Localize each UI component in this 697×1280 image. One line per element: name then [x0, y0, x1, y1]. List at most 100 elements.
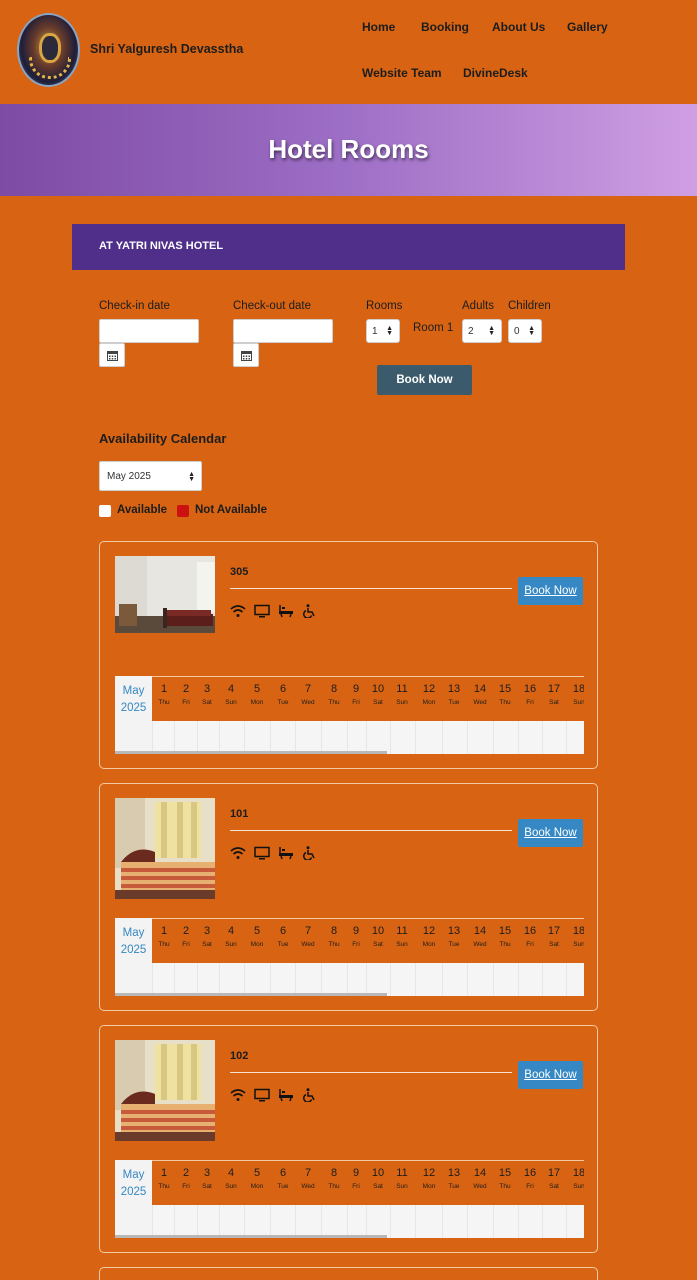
calendar-weekday: Sat: [373, 1183, 383, 1190]
calendar-day: 7 Wed: [296, 683, 320, 706]
calendar-day: 4 Sun: [219, 925, 243, 948]
horizontal-scrollbar[interactable]: [115, 1235, 387, 1238]
nav-website-team[interactable]: Website Team: [362, 66, 442, 80]
month-select-value: May 2025: [107, 471, 151, 482]
hotel-name-bar: AT YATRI NIVAS HOTEL: [72, 224, 625, 270]
calendar-weekday: Sat: [373, 699, 383, 706]
site-name[interactable]: Shri Yalguresh Devasstha: [90, 42, 243, 56]
calendar-day: 1 Thu: [152, 683, 176, 706]
adults-select[interactable]: 2 ▲ ▼: [462, 319, 502, 343]
calendar-day: 13 Tue: [442, 683, 466, 706]
calendar-cell-divider: [295, 1205, 296, 1238]
nav-divinedesk[interactable]: DivineDesk: [463, 66, 528, 80]
calendar-day: 5 Mon: [245, 925, 269, 948]
select-arrows-icon: ▲ ▼: [188, 471, 195, 483]
calendar-day: 18 Sun: [567, 1167, 584, 1190]
calendar-day: 10 Sat: [366, 683, 390, 706]
calendar-cell-divider: [270, 1205, 271, 1238]
calendar-border: [152, 676, 584, 677]
calendar-cell-divider: [415, 1205, 416, 1238]
calendar-day-number: 5: [253, 1167, 261, 1179]
nav-gallery[interactable]: Gallery: [567, 20, 608, 34]
calendar-day-number: 15: [498, 1167, 512, 1179]
calendar-weekday: Mon: [422, 941, 436, 948]
legend-available-label: Available: [117, 504, 168, 516]
calendar-day-number: 3: [203, 1167, 211, 1179]
calendar-day-number: 13: [447, 1167, 461, 1179]
calendar-weekday: Mon: [422, 1183, 436, 1190]
room-photo[interactable]: [115, 556, 215, 633]
page-title: Hotel Rooms: [268, 134, 429, 164]
children-select[interactable]: 0 ▲ ▼: [508, 319, 542, 343]
calendar-weekday: Wed: [301, 1183, 315, 1190]
calendar-cell-divider: [566, 1205, 567, 1238]
calendar-weekday: Fri: [526, 1183, 534, 1190]
calendar-day-number: 16: [523, 683, 537, 695]
room-photo[interactable]: [115, 798, 215, 899]
temple-logo[interactable]: [17, 13, 80, 87]
rooms-select[interactable]: 1 ▲ ▼: [366, 319, 400, 343]
wheelchair-icon: [302, 846, 318, 861]
calendar-day-number: 5: [253, 925, 261, 937]
calendar-weekday: Thu: [158, 941, 170, 948]
calendar-day-number: 3: [203, 925, 211, 937]
month-select[interactable]: May 2025 ▲ ▼: [99, 461, 202, 491]
book-now-button[interactable]: Book Now: [377, 365, 472, 395]
calendar-cell-divider: [467, 721, 468, 754]
calendar-day-number: 17: [547, 683, 561, 695]
page-banner: Hotel Rooms: [0, 104, 697, 196]
nav-booking[interactable]: Booking: [421, 20, 469, 34]
calendar-weekday: Fri: [352, 1183, 360, 1190]
room-photo[interactable]: [115, 1040, 215, 1141]
checkin-calendar-button[interactable]: [99, 343, 125, 367]
calendar-cells-row[interactable]: [152, 1205, 584, 1238]
calendar-day: 9 Fri: [344, 925, 368, 948]
calendar-cell-divider: [390, 721, 391, 754]
calendar-day-number: 8: [330, 925, 338, 937]
calendar-weekday: Sun: [225, 1183, 237, 1190]
calendar-icon: [107, 351, 118, 361]
calendar-day-number: 7: [304, 683, 312, 695]
checkin-input[interactable]: [99, 319, 199, 343]
calendar-weekday: Tue: [277, 699, 289, 706]
calendar-weekday: Wed: [473, 699, 487, 706]
room-book-now-button[interactable]: Book Now: [518, 577, 583, 605]
horizontal-scrollbar[interactable]: [115, 993, 387, 996]
adults-label: Adults: [462, 300, 494, 312]
calendar-cells-row[interactable]: [152, 963, 584, 996]
calendar-day-number: 16: [523, 925, 537, 937]
room-availability-calendar: May 2025 1 Thu 2 Fri 3 Sat 4 Sun 5 Mon 6 Tue 7 Wed 8 Thu…: [115, 918, 584, 996]
calendar-day: 4 Sun: [219, 1167, 243, 1190]
calendar-weekday: Fri: [526, 941, 534, 948]
select-arrows-icon: ▲ ▼: [386, 325, 393, 337]
calendar-day-number: 6: [279, 1167, 287, 1179]
room-number: 305: [230, 566, 249, 578]
calendar-weekday: Sun: [396, 941, 408, 948]
divider: [230, 588, 512, 589]
calendar-day: 5 Mon: [245, 1167, 269, 1190]
calendar-cell-divider: [152, 963, 153, 996]
calendar-weekday: Sun: [396, 699, 408, 706]
calendar-day-number: 6: [279, 925, 287, 937]
calendar-day: 1 Thu: [152, 925, 176, 948]
calendar-cell-divider: [197, 721, 198, 754]
calendar-day: 8 Thu: [322, 1167, 346, 1190]
calendar-cell-divider: [347, 1205, 348, 1238]
nav-about-us[interactable]: About Us: [492, 20, 545, 34]
checkout-input[interactable]: [233, 319, 333, 343]
room-availability-calendar: May 2025 1 Thu 2 Fri 3 Sat 4 Sun 5 Mon 6 Tue 7 Wed 8 Thu…: [115, 676, 584, 754]
checkout-calendar-button[interactable]: [233, 343, 259, 367]
calendar-weekday: Sun: [396, 1183, 408, 1190]
nav-home[interactable]: Home: [362, 20, 395, 34]
calendar-cell-divider: [321, 1205, 322, 1238]
room-book-now-button[interactable]: Book Now: [518, 1061, 583, 1089]
calendar-day-number: 18: [572, 683, 584, 695]
horizontal-scrollbar[interactable]: [115, 751, 387, 754]
calendar-day-number: 12: [422, 925, 436, 937]
amenities-list: [230, 604, 318, 619]
calendar-day-number: 6: [279, 683, 287, 695]
room-book-now-button[interactable]: Book Now: [518, 819, 583, 847]
rooms-label: Rooms: [366, 300, 403, 312]
calendar-day: 8 Thu: [322, 683, 346, 706]
calendar-cells-row[interactable]: [152, 721, 584, 754]
